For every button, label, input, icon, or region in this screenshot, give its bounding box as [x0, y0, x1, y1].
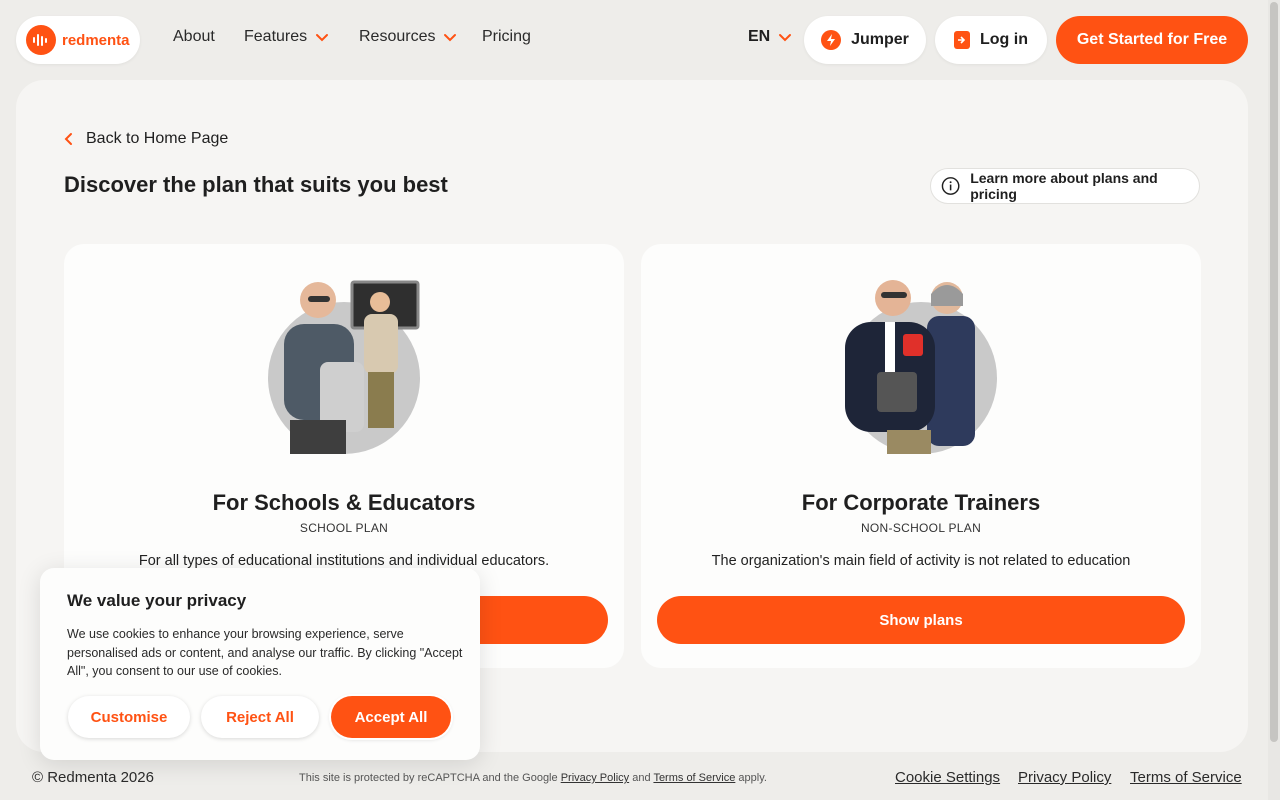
- language-label: EN: [748, 28, 771, 45]
- chevron-left-icon: [64, 133, 72, 145]
- back-label: Back to Home Page: [86, 130, 229, 147]
- card-subtitle: NON-SCHOOL PLAN: [860, 521, 982, 535]
- card-subtitle: SCHOOL PLAN: [299, 521, 389, 535]
- login-label: Log in: [980, 31, 1028, 48]
- recaptcha-prefix: This site is protected by reCAPTCHA and …: [299, 772, 558, 784]
- jumper-label: Jumper: [851, 31, 909, 48]
- nav-about[interactable]: About: [173, 28, 215, 46]
- cookie-consent-banner: We value your privacy We use cookies to …: [40, 568, 480, 760]
- chevron-down-icon: [316, 34, 329, 42]
- recaptcha-suffix: apply.: [738, 772, 767, 784]
- nav-resources-label: Resources: [359, 28, 436, 45]
- scrollbar[interactable]: [1268, 0, 1280, 800]
- chevron-down-icon: [779, 34, 792, 42]
- reject-all-button[interactable]: Reject All: [201, 696, 319, 738]
- footer-copyright: © Redmenta 2026: [32, 769, 154, 786]
- card-title: For Corporate Trainers: [801, 490, 1041, 515]
- plan-card-corporate: For Corporate Trainers NON-SCHOOL PLAN T…: [641, 244, 1201, 668]
- back-to-home-link[interactable]: Back to Home Page: [64, 130, 228, 148]
- page-title: Discover the plan that suits you best: [64, 172, 448, 197]
- terms-of-service-link[interactable]: Terms of Service: [1130, 769, 1242, 786]
- show-plans-button[interactable]: Show plans: [657, 596, 1185, 644]
- learn-more-button[interactable]: Learn more about plans and pricing: [930, 168, 1200, 204]
- recaptcha-privacy-link[interactable]: Privacy Policy: [561, 772, 629, 784]
- teachers-illustration: [264, 272, 424, 456]
- jumper-button[interactable]: Jumper: [804, 16, 926, 64]
- logo[interactable]: redmenta: [16, 16, 140, 64]
- customise-button[interactable]: Customise: [68, 696, 190, 738]
- recaptcha-notice: This site is protected by reCAPTCHA and …: [299, 772, 767, 784]
- login-button[interactable]: Log in: [935, 16, 1047, 64]
- recaptcha-and: and: [632, 772, 651, 784]
- scrollbar-thumb[interactable]: [1270, 2, 1278, 742]
- card-description: For all types of educational institution…: [138, 553, 550, 569]
- nav-resources[interactable]: Resources: [359, 28, 457, 46]
- nav-features-label: Features: [244, 28, 308, 45]
- get-started-button[interactable]: Get Started for Free: [1056, 16, 1248, 64]
- logo-text: redmenta: [62, 31, 130, 49]
- logo-mark-icon: [26, 25, 56, 55]
- top-header: redmenta About Features Resources Pricin…: [0, 0, 1280, 80]
- bolt-icon: [821, 30, 842, 50]
- learn-more-label: Learn more about plans and pricing: [970, 170, 1158, 202]
- info-icon: [941, 177, 960, 195]
- cookie-title: We value your privacy: [67, 591, 247, 610]
- cookie-text: We use cookies to enhance your browsing …: [67, 627, 463, 678]
- recaptcha-terms-link[interactable]: Terms of Service: [653, 772, 735, 784]
- chevron-down-icon: [444, 34, 457, 42]
- nav-pricing-label: Pricing: [482, 28, 531, 45]
- privacy-policy-link[interactable]: Privacy Policy: [1018, 769, 1111, 786]
- accept-all-button[interactable]: Accept All: [331, 696, 451, 738]
- language-selector[interactable]: EN: [748, 28, 792, 46]
- nav-features[interactable]: Features: [244, 28, 329, 46]
- card-title: For Schools & Educators: [212, 490, 476, 515]
- card-description: The organization's main field of activit…: [711, 553, 1131, 569]
- cookie-settings-link[interactable]: Cookie Settings: [895, 769, 1000, 786]
- corporate-trainers-illustration: [841, 272, 1001, 456]
- nav-pricing[interactable]: Pricing: [482, 28, 531, 46]
- login-icon: [954, 31, 970, 49]
- nav-about-label: About: [173, 28, 215, 45]
